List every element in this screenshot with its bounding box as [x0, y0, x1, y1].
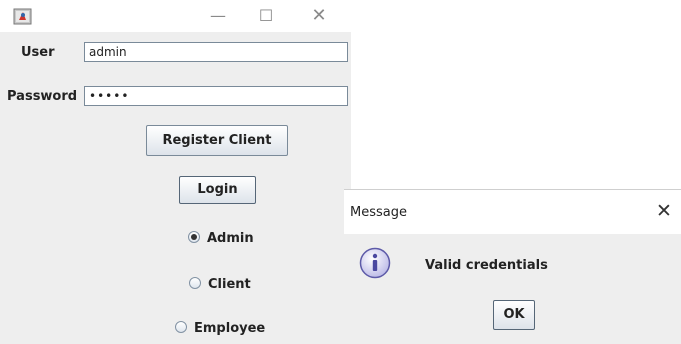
- radio-selected-icon[interactable]: [188, 231, 200, 243]
- dialog-message: Valid credentials: [425, 258, 548, 273]
- dialog-title: Message: [350, 205, 407, 220]
- radio-unselected-icon[interactable]: [175, 321, 187, 333]
- login-button[interactable]: Login: [179, 176, 256, 204]
- password-input[interactable]: •••••: [84, 86, 348, 106]
- java-app-icon: [13, 8, 32, 25]
- user-label: User: [21, 45, 55, 60]
- radio-client[interactable]: Client: [189, 277, 251, 293]
- radio-admin[interactable]: Admin: [188, 231, 254, 247]
- register-client-button[interactable]: Register Client: [146, 125, 288, 156]
- login-window: — ☐ ✕ User admin Password ••••• Register…: [0, 0, 351, 344]
- user-input[interactable]: admin: [84, 42, 348, 62]
- message-dialog: Message ✕ Valid credentials OK: [344, 189, 681, 344]
- info-icon: [359, 247, 391, 279]
- ok-button[interactable]: OK: [493, 300, 535, 330]
- radio-label: Employee: [194, 321, 266, 336]
- radio-employee[interactable]: Employee: [175, 321, 265, 337]
- password-label: Password: [7, 89, 78, 104]
- close-button[interactable]: ✕: [306, 4, 332, 28]
- dialog-title-bar: Message ✕: [344, 190, 681, 234]
- dialog-close-button[interactable]: ✕: [656, 200, 672, 222]
- maximize-button[interactable]: ☐: [253, 4, 279, 28]
- title-bar: — ☐ ✕: [0, 0, 351, 32]
- radio-unselected-icon[interactable]: [189, 277, 201, 289]
- minimize-button[interactable]: —: [205, 4, 231, 28]
- radio-label: Admin: [207, 231, 254, 246]
- radio-label: Client: [208, 277, 251, 292]
